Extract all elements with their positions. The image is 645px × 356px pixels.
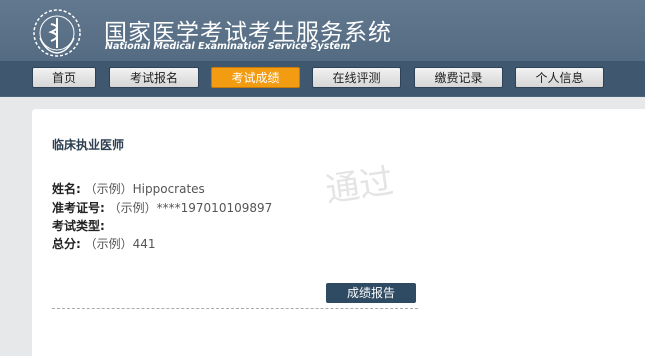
- score-report-button[interactable]: 成绩报告: [326, 283, 416, 303]
- ticket-label: 准考证号:: [52, 201, 105, 215]
- tab-online-assessment[interactable]: 在线评测: [312, 67, 401, 88]
- medical-emblem-icon: [33, 9, 81, 57]
- exam-type-label: 考试类型:: [52, 219, 105, 233]
- score-row: 总分: （示例）441: [52, 235, 156, 252]
- name-label: 姓名:: [52, 182, 81, 196]
- ticket-value: （示例）****197010109897: [108, 201, 273, 215]
- tab-exam-results[interactable]: 考试成绩: [211, 67, 300, 88]
- name-row: 姓名: （示例）Hippocrates: [52, 180, 205, 197]
- ticket-row: 准考证号: （示例）****197010109897: [52, 199, 272, 216]
- name-value: （示例）Hippocrates: [84, 182, 205, 196]
- certificate-title: 临床执业医师: [52, 138, 125, 152]
- score-label: 总分:: [52, 237, 81, 251]
- system-title-english: National Medical Examination Service Sys…: [105, 41, 351, 52]
- exam-type-row: 考试类型:: [52, 217, 105, 234]
- tab-exam-registration[interactable]: 考试报名: [109, 67, 199, 88]
- score-value: （示例）441: [84, 237, 156, 251]
- tab-payment-records[interactable]: 缴费记录: [414, 67, 503, 88]
- tab-personal-info[interactable]: 个人信息: [515, 67, 604, 88]
- divider: [52, 308, 418, 309]
- tab-home[interactable]: 首页: [32, 67, 96, 88]
- pass-stamp: 通过: [323, 161, 396, 211]
